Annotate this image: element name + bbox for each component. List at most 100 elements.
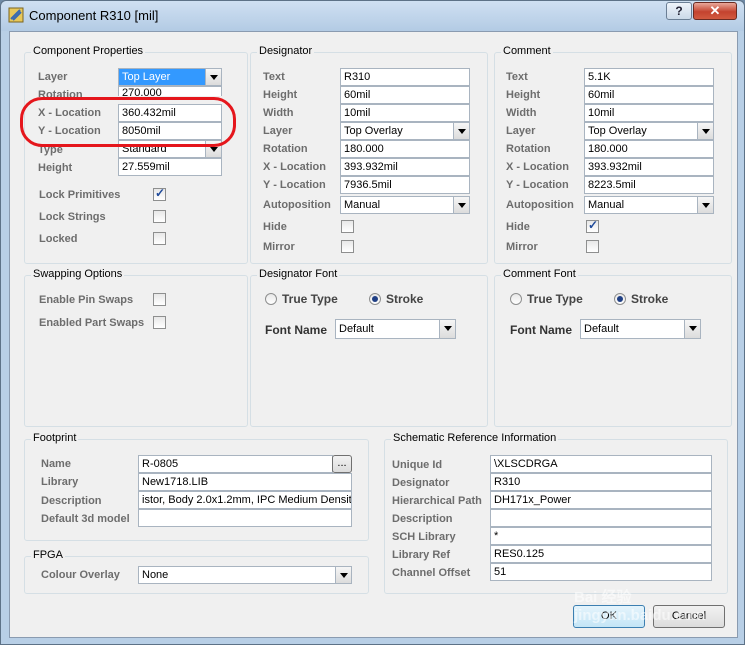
sch-description-input[interactable] (490, 509, 712, 527)
highlight-annotation (20, 97, 236, 147)
des-autoposition-select[interactable]: Manual (340, 196, 470, 214)
com-text-input[interactable]: 5.1K (584, 68, 714, 86)
com-text-label: Text (506, 71, 528, 83)
sch-library-label: SCH Library (392, 531, 456, 543)
sch-hier-path-input[interactable]: DH171x_Power (490, 491, 712, 509)
sch-designator-label: Designator (392, 477, 450, 489)
cp-height-input[interactable]: 27.559mil (118, 158, 222, 176)
des-width-label: Width (263, 107, 294, 119)
close-button[interactable]: ✕ (693, 2, 737, 20)
com-font-truetype-label: True Type (527, 292, 583, 306)
des-layer-select[interactable]: Top Overlay (340, 122, 470, 140)
com-y-location-input[interactable]: 8223.5mil (584, 176, 714, 194)
des-font-name-select[interactable]: Default (335, 319, 456, 339)
com-font-stroke-radio[interactable] (614, 293, 626, 305)
des-mirror-checkbox[interactable] (341, 240, 354, 253)
des-text-label: Text (263, 71, 285, 83)
com-hide-checkbox[interactable] (586, 218, 599, 233)
help-button[interactable]: ? (666, 2, 692, 20)
com-height-input[interactable]: 60mil (584, 86, 714, 104)
com-x-location-input[interactable]: 393.932mil (584, 158, 714, 176)
fp-default-3d-label: Default 3d model (41, 513, 130, 525)
chevron-down-icon[interactable] (205, 69, 221, 85)
sch-unique-id-input[interactable]: \XLSCDRGA (490, 455, 712, 473)
des-rotation-input[interactable]: 180.000 (340, 140, 470, 158)
fp-name-label: Name (41, 458, 71, 470)
des-y-location-input[interactable]: 7936.5mil (340, 176, 470, 194)
com-x-location-label: X - Location (506, 161, 569, 173)
fp-description-input[interactable]: istor, Body 2.0x1.2mm, IPC Medium Densit… (138, 491, 352, 509)
chevron-down-icon[interactable] (697, 123, 713, 139)
chevron-down-icon[interactable] (453, 197, 469, 213)
des-height-label: Height (263, 89, 298, 101)
des-hide-label: Hide (263, 221, 287, 233)
fp-browse-button[interactable]: ... (332, 455, 352, 473)
com-hide-label: Hide (506, 221, 530, 233)
chevron-down-icon[interactable] (453, 123, 469, 139)
title-bar[interactable]: Component R310 [mil] ? ✕ (1, 1, 744, 31)
des-font-truetype-radio[interactable] (265, 293, 277, 305)
des-layer-value: Top Overlay (344, 125, 403, 137)
designator-legend: Designator (257, 45, 315, 57)
com-layer-select[interactable]: Top Overlay (584, 122, 714, 140)
schematic-reference-legend: Schematic Reference Information (391, 432, 559, 444)
des-width-input[interactable]: 10mil (340, 104, 470, 122)
colour-overlay-select[interactable]: None (138, 566, 352, 584)
chevron-down-icon[interactable] (697, 197, 713, 213)
cp-layer-value: Top Layer (122, 71, 171, 83)
baidu-watermark: Bai 经验 jingyan.baidu.com (574, 589, 706, 624)
lock-strings-label: Lock Strings (39, 211, 106, 223)
locked-checkbox[interactable] (153, 232, 166, 245)
cp-layer-select[interactable]: Top Layer (118, 68, 222, 86)
fp-default-3d-input[interactable] (138, 509, 352, 527)
lock-strings-checkbox[interactable] (153, 210, 166, 223)
lock-primitives-checkbox[interactable] (153, 186, 166, 201)
component-properties-legend: Component Properties (31, 45, 146, 57)
des-x-location-input[interactable]: 393.932mil (340, 158, 470, 176)
enable-pin-swaps-label: Enable Pin Swaps (39, 294, 134, 306)
fpga-legend: FPGA (31, 549, 65, 561)
component-dialog: Component R310 [mil] ? ✕ Component Prope… (0, 0, 745, 645)
enabled-part-swaps-label: Enabled Part Swaps (39, 317, 145, 329)
fp-description-label: Description (41, 495, 102, 507)
chevron-down-icon[interactable] (335, 567, 351, 583)
sch-channel-offset-label: Channel Offset (392, 567, 471, 579)
des-rotation-label: Rotation (263, 143, 308, 155)
enabled-part-swaps-checkbox[interactable] (153, 316, 166, 329)
chevron-down-icon[interactable] (684, 320, 700, 338)
com-font-name-label: Font Name (510, 323, 573, 337)
comment-font-legend: Comment Font (501, 268, 578, 280)
des-y-location-label: Y - Location (263, 179, 326, 191)
com-font-stroke-label: Stroke (631, 292, 669, 306)
des-height-input[interactable]: 60mil (340, 86, 470, 104)
com-width-input[interactable]: 10mil (584, 104, 714, 122)
sch-library-input[interactable]: * (490, 527, 712, 545)
com-rotation-input[interactable]: 180.000 (584, 140, 714, 158)
com-autoposition-select[interactable]: Manual (584, 196, 714, 214)
window-title: Component R310 [mil] (29, 8, 159, 23)
cp-rotation-input[interactable]: 270.000 (118, 86, 222, 96)
des-x-location-label: X - Location (263, 161, 326, 173)
sch-channel-offset-input[interactable]: 51 (490, 563, 712, 581)
sch-library-ref-input[interactable]: RES0.125 (490, 545, 712, 563)
enable-pin-swaps-checkbox[interactable] (153, 293, 166, 306)
fp-name-input[interactable]: R-0805 (138, 455, 333, 473)
com-mirror-checkbox[interactable] (586, 240, 599, 253)
sch-hier-path-label: Hierarchical Path (392, 495, 482, 507)
des-autoposition-label: Autoposition (263, 199, 331, 211)
com-font-name-select[interactable]: Default (580, 319, 701, 339)
com-mirror-label: Mirror (506, 241, 538, 253)
sch-designator-input[interactable]: R310 (490, 473, 712, 491)
cp-height-label: Height (38, 162, 73, 174)
com-font-name-value: Default (584, 323, 619, 335)
des-font-name-value: Default (339, 323, 374, 335)
fp-library-input[interactable]: New1718.LIB (138, 473, 352, 491)
des-text-input[interactable]: R310 (340, 68, 470, 86)
chevron-down-icon[interactable] (439, 320, 455, 338)
sch-unique-id-label: Unique Id (392, 459, 443, 471)
des-font-stroke-radio[interactable] (369, 293, 381, 305)
comment-legend: Comment (501, 45, 553, 57)
com-font-truetype-radio[interactable] (510, 293, 522, 305)
des-autoposition-value: Manual (344, 199, 381, 211)
des-hide-checkbox[interactable] (341, 220, 354, 233)
